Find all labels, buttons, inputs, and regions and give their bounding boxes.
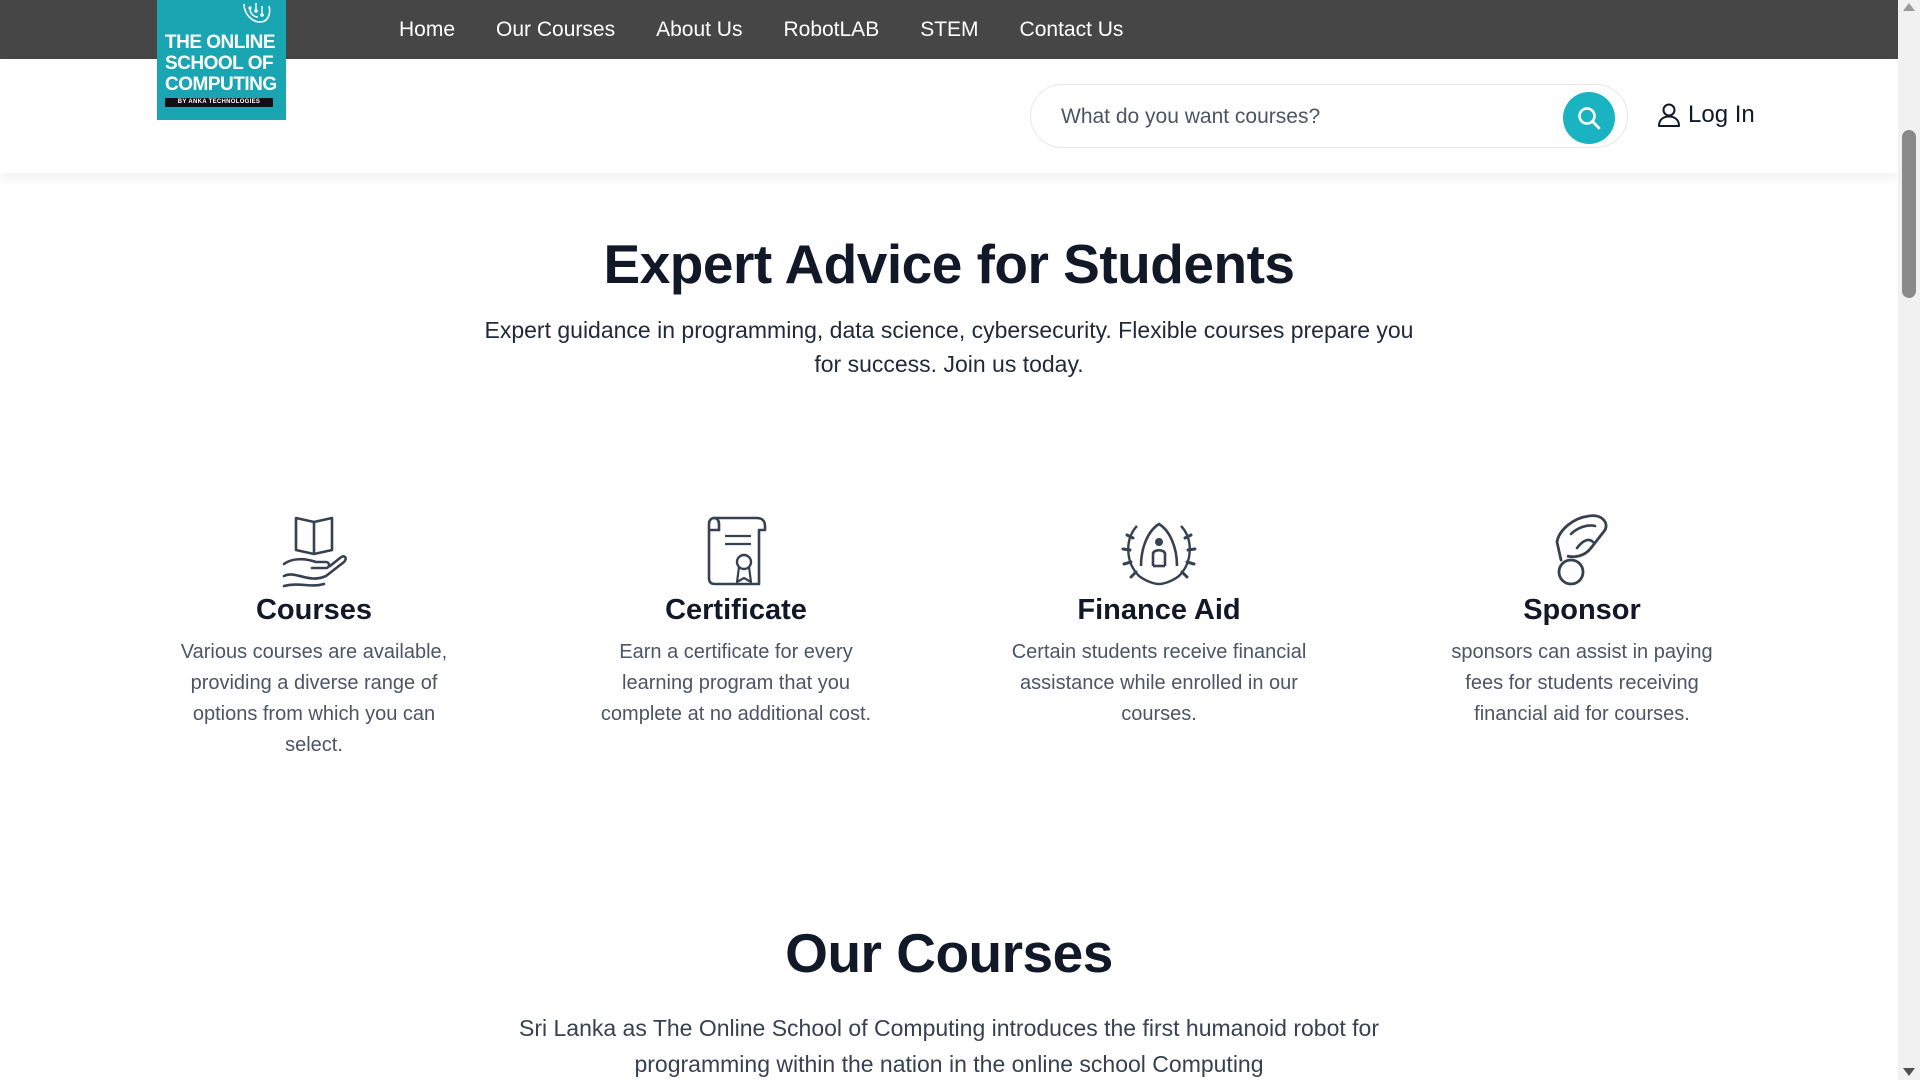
logo-line-2: SCHOOL OF	[165, 53, 274, 74]
courses-section-text: Sri Lanka as The Online School of Comput…	[519, 1015, 1379, 1077]
hand-coin-icon	[1555, 514, 1608, 586]
feature-finance-aid: Finance Aid Certain students receive fin…	[1009, 508, 1309, 730]
brain-circuit-icon	[243, 3, 271, 23]
scroll-down-icon[interactable]	[1903, 1068, 1915, 1076]
feature-title: Courses	[255, 594, 373, 626]
nav-home[interactable]: Home	[399, 18, 455, 42]
scroll-up-icon[interactable]	[1903, 3, 1915, 11]
hero-text: Expert guidance in programming, data sci…	[484, 317, 1414, 377]
feature-title: Certificate	[665, 594, 807, 626]
user-icon	[1658, 103, 1680, 127]
laurel-people-icon	[1121, 522, 1197, 586]
feature-text: Earn a certificate for every learning pr…	[600, 641, 872, 725]
logo-tagline: BY ANKA TECHNOLOGIES	[165, 98, 273, 107]
feature-sponsor: Sponsor sponsors can assist in paying fe…	[1432, 508, 1732, 730]
nav-our-courses[interactable]: Our Courses	[496, 18, 615, 42]
search-button[interactable]	[1563, 92, 1615, 144]
search-icon	[1578, 107, 1601, 130]
main-nav: Home Our Courses About Us RobotLAB STEM …	[399, 0, 1123, 59]
courses-section-title: Our Courses	[785, 922, 1113, 984]
nav-about-us[interactable]: About Us	[656, 18, 742, 42]
logo-line-3: COMPUTING	[165, 74, 277, 95]
scrollbar-thumb[interactable]	[1902, 130, 1916, 298]
login-link[interactable]: Log In	[1656, 101, 1755, 129]
book-in-hand-icon	[282, 516, 347, 588]
nav-contact-us[interactable]: Contact Us	[1020, 18, 1124, 42]
feature-text: Various courses are available, providing…	[180, 641, 448, 756]
feature-courses: Courses Various courses are available, p…	[164, 508, 464, 761]
hero-title: Expert Advice for Students	[603, 233, 1295, 295]
nav-robotlab[interactable]: RobotLAB	[783, 18, 879, 42]
feature-text: sponsors can assist in paying fees for s…	[1451, 641, 1713, 725]
search-input[interactable]	[1059, 99, 1543, 135]
feature-title: Finance Aid	[1077, 594, 1241, 626]
vertical-scrollbar[interactable]	[1898, 0, 1920, 1080]
certificate-scroll-icon	[707, 516, 767, 586]
login-label: Log In	[1688, 101, 1755, 128]
logo-line-1: THE ONLINE	[165, 32, 276, 53]
page: Home Our Courses About Us RobotLAB STEM …	[0, 0, 1898, 1080]
nav-stem[interactable]: STEM	[920, 18, 978, 42]
site-logo[interactable]: THE ONLINE SCHOOL OF COMPUTING BY ANKA T…	[157, 0, 286, 120]
feature-title: Sponsor	[1523, 594, 1641, 626]
search-box	[1030, 84, 1628, 148]
feature-text: Certain students receive financial assis…	[1011, 641, 1307, 725]
feature-certificate: Certificate Earn a certificate for every…	[586, 508, 886, 730]
